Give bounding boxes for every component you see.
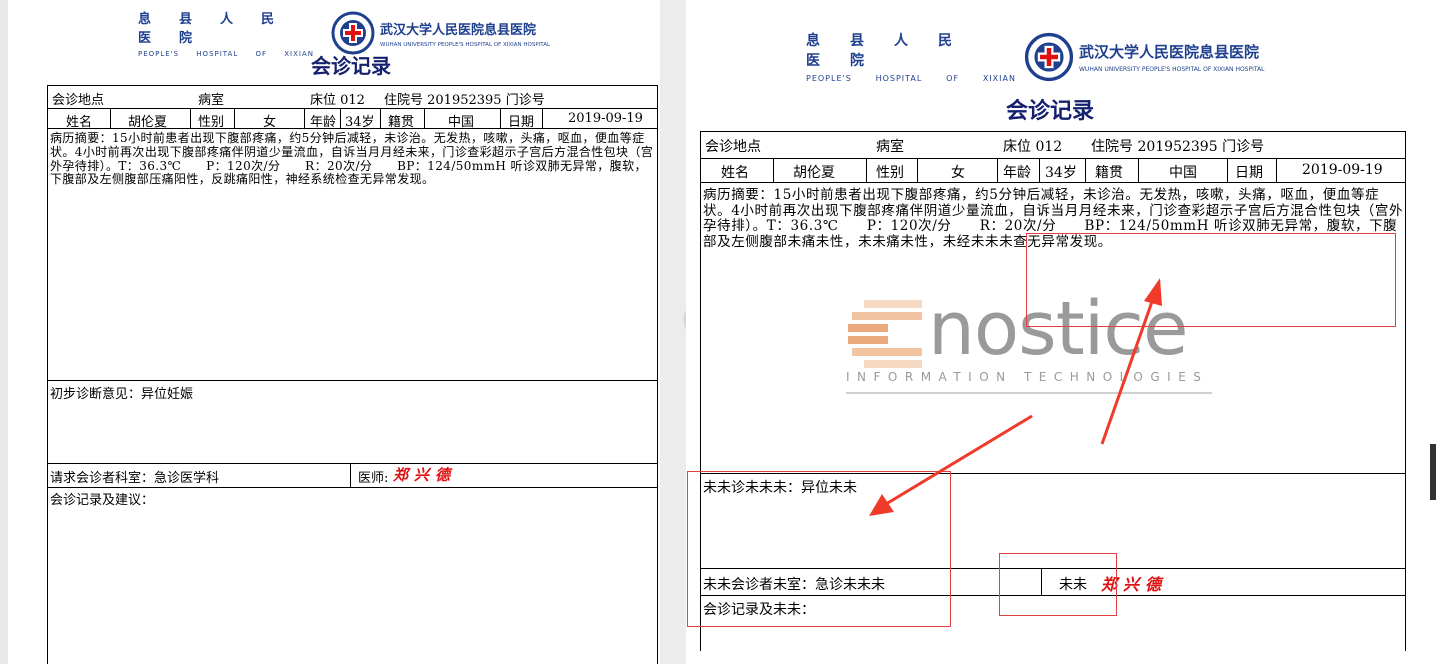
history-summary: 病历摘要：15小时前患者出现下腹部疼痛，约5分钟后减轻，未诊治。无发热，咳嗽，头… xyxy=(50,131,654,187)
name-label: 姓名 xyxy=(721,165,749,181)
watermark-sub: INFORMATION TECHNOLOGIES xyxy=(846,370,1209,384)
bed-value: 床位 012 xyxy=(1003,139,1063,155)
room-label: 病室 xyxy=(876,139,904,155)
hospital-right-en: WUHAN UNIVERSITY PEOPLE'S HOSPITAL OF XI… xyxy=(380,41,551,48)
hospital-en-name: PEOPLE'S HOSPITAL OF XIXIAN xyxy=(138,50,314,58)
age-label: 年龄 xyxy=(1003,165,1031,181)
annotation-box-diagnosis xyxy=(687,471,951,627)
watermark-logo-icon xyxy=(848,300,922,368)
hospital-cn-name: 息县人民医院 xyxy=(138,12,303,46)
admission-no: 住院号 201952395 门诊号 xyxy=(384,93,545,108)
place-label: 会诊地点 xyxy=(705,139,761,155)
admission-no: 住院号 201952395 门诊号 xyxy=(1091,139,1265,155)
hospital-right-en-right: WUHAN UNIVERSITY PEOPLE'S HOSPITAL OF XI… xyxy=(1079,65,1265,73)
date-value: 2019-09-19 xyxy=(1302,162,1383,178)
record-label: 会诊记录及建议： xyxy=(50,493,155,508)
hospital-right-cn-right: 武汉大学人民医院息县医院 xyxy=(1079,42,1260,61)
consult-form: 会诊地点 病室 床位 012 住院号 201952395 门诊号 姓名 胡伦夏 … xyxy=(47,85,658,664)
hospital-cn-name-right: 息县人民医院 xyxy=(806,33,982,69)
annotation-box-signature xyxy=(999,553,1117,616)
date-value: 2019-09-19 xyxy=(568,111,643,126)
place-label: 会诊地点 xyxy=(52,93,105,108)
viewer-gutter xyxy=(660,0,686,664)
left-document-page: 息县人民医院 PEOPLE'S HOSPITAL OF XIXIAN 武汉大学人民医院… xyxy=(8,0,661,664)
hospital-right-cn: 武汉大学人民医院息县医院 xyxy=(380,22,537,38)
right-document-page: 息县人民医院 PEOPLE'S HOSPITAL OF XIXIAN 武汉大学人民医院… xyxy=(686,0,1436,664)
hospital-en-name-right: PEOPLE'S HOSPITAL OF XIXIAN xyxy=(806,74,1016,83)
diagnosis-text: 初步诊断意见：异位妊娠 xyxy=(50,387,194,402)
doc-title: 会诊记录 xyxy=(311,54,391,78)
patient-name: 胡伦夏 xyxy=(793,165,835,181)
native-value: 中国 xyxy=(1169,165,1197,181)
doctor-label: 医师: xyxy=(358,471,389,486)
room-label: 病室 xyxy=(198,93,225,108)
viewer-margin xyxy=(0,0,8,664)
doctor-signature: 郑兴德 xyxy=(393,466,457,484)
date-label: 日期 xyxy=(1235,165,1263,181)
watermark-rule xyxy=(846,392,1212,394)
scrollbar-handle[interactable] xyxy=(1430,444,1436,500)
native-label: 籍贯 xyxy=(1095,165,1123,181)
hospital-cross-logo-icon xyxy=(1024,32,1074,81)
doc-title-right: 会诊记录 xyxy=(1006,99,1095,124)
hospital-cross-logo-icon xyxy=(331,11,375,55)
annotation-box-history xyxy=(1026,233,1396,327)
dept-text: 请求会诊者科室：急诊医学科 xyxy=(50,471,220,486)
hospital-header-right: 息县人民医院 PEOPLE'S HOSPITAL OF XIXIAN 武汉大学人民医院… xyxy=(806,30,1265,83)
sex-label: 性别 xyxy=(876,165,904,181)
bed-value: 床位 012 xyxy=(310,93,365,108)
age-value: 34岁 xyxy=(1045,165,1077,181)
sex-value: 女 xyxy=(951,165,965,181)
